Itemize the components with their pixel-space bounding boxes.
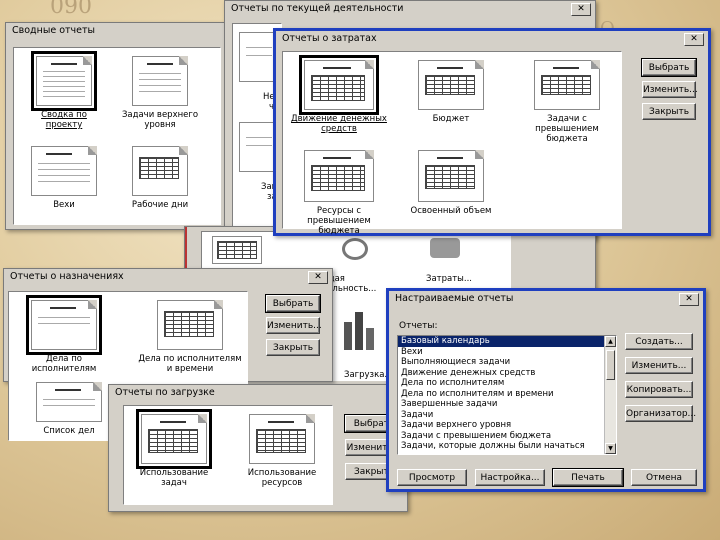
edit-button[interactable]: Изменить... xyxy=(266,317,322,334)
create-button[interactable]: Создать... xyxy=(625,333,693,350)
report-label: Задачи с превышением бюджета xyxy=(535,114,599,144)
report-thumbnail xyxy=(36,382,102,422)
report-label: Список дел xyxy=(43,426,95,436)
print-button[interactable]: Печать xyxy=(552,468,624,487)
report-item-working-days[interactable]: Рабочие дни xyxy=(120,146,200,210)
report-label: Дела по исполнителям xyxy=(31,354,97,374)
report-label: Бюджет xyxy=(432,114,470,124)
report-thumbnail xyxy=(132,146,188,196)
list-item[interactable]: Задачи xyxy=(398,410,616,421)
organizer-button[interactable]: Организатор... xyxy=(625,405,696,422)
report-label: Вехи xyxy=(53,200,75,210)
window-title: Сводные отчеты xyxy=(6,23,227,40)
report-item-to-do-list[interactable]: Список дел xyxy=(29,382,109,436)
report-item-project-summary[interactable]: Сводка по проекту xyxy=(24,51,104,130)
list-item[interactable]: Вехи xyxy=(398,347,616,358)
report-thumbnail xyxy=(249,414,315,464)
window-title: Отчеты о назначениях ✕ xyxy=(4,269,332,286)
report-item-task-usage[interactable]: Использование задач xyxy=(128,409,220,488)
report-thumbnail xyxy=(157,300,223,350)
close-button[interactable]: Закрыть xyxy=(266,339,320,356)
cost-reports-window: Отчеты о затратах ✕ Движение денежных ср… xyxy=(273,28,711,236)
report-item-top-level-tasks[interactable]: Задачи верхнего уровня xyxy=(120,56,200,130)
custom-reports-window: Настраиваемые отчеты ✕ Отчеты: Базовый к… xyxy=(386,288,706,492)
preview-button[interactable]: Просмотр xyxy=(397,469,467,486)
workload-reports-window: Отчеты по загрузке Использование задач И… xyxy=(108,384,408,512)
report-item-milestones[interactable]: Вехи xyxy=(24,146,104,210)
list-item[interactable]: Задачи верхнего уровня xyxy=(398,420,616,431)
report-thumbnail xyxy=(418,150,484,202)
scrollbar-thumb[interactable] xyxy=(606,350,615,380)
close-icon[interactable]: ✕ xyxy=(308,271,328,284)
close-icon[interactable]: ✕ xyxy=(571,3,591,16)
close-button[interactable]: Закрыть xyxy=(642,103,696,120)
report-label: Движение денежных средств xyxy=(291,114,387,134)
report-thumbnail xyxy=(132,56,188,106)
list-item[interactable]: Базовый календарь xyxy=(398,336,616,347)
report-label: Ресурсы с превышением бюджета xyxy=(307,206,371,236)
report-gallery: Использование задач Использование ресурс… xyxy=(123,405,333,505)
report-item-earned-value[interactable]: Освоенный объем xyxy=(401,150,501,216)
report-thumbnail xyxy=(31,146,97,196)
report-label: Использование задач xyxy=(139,468,209,488)
assignment-reports-window: Отчеты о назначениях ✕ Дела по исполните… xyxy=(3,268,333,441)
copy-button[interactable]: Копировать... xyxy=(625,381,693,398)
report-item-to-do-by-assignee[interactable]: Дела по исполнителям xyxy=(19,295,109,374)
report-label: Использование ресурсов xyxy=(247,468,317,488)
report-item-resources-over-budget[interactable]: Ресурсы с превышением бюджета xyxy=(289,150,389,236)
window-title: Отчеты о затратах ✕ xyxy=(276,31,708,48)
report-thumbnail xyxy=(31,51,97,111)
report-thumbnail xyxy=(26,295,102,355)
report-label: Освоенный объем xyxy=(410,206,492,216)
category-costs[interactable]: Затраты... xyxy=(426,274,472,284)
report-label: Задачи верхнего уровня xyxy=(121,110,199,130)
scroll-up-icon[interactable]: ▲ xyxy=(605,336,616,347)
coins-icon xyxy=(430,238,460,258)
list-item[interactable]: Завершенные задачи xyxy=(398,399,616,410)
edit-button[interactable]: Изменить... xyxy=(642,81,698,98)
report-thumbnail xyxy=(299,55,379,115)
report-item-resource-usage[interactable]: Использование ресурсов xyxy=(232,414,332,488)
report-thumbnail xyxy=(534,60,600,110)
window-title: Отчеты по загрузке xyxy=(109,385,407,402)
report-gallery: Движение денежных средств Бюджет Задачи … xyxy=(282,51,622,236)
list-item[interactable]: Выполняющиеся задачи xyxy=(398,357,616,368)
list-item[interactable]: Задачи с превышением бюджета xyxy=(398,431,616,442)
list-item[interactable]: Дела по исполнителям и времени xyxy=(398,389,616,400)
vertical-scrollbar[interactable]: ▲ ▼ xyxy=(604,336,616,454)
report-item-budget[interactable]: Бюджет xyxy=(401,60,501,124)
overview-reports-window: Сводные отчеты Сводка по проекту Задачи … xyxy=(5,22,228,230)
report-item-tasks-over-budget[interactable]: Задачи с превышением бюджета xyxy=(517,60,617,144)
report-label: Дела по исполнителям и времени xyxy=(138,354,242,374)
reports-listbox[interactable]: Базовый календарь Вехи Выполняющиеся задач… xyxy=(397,335,617,455)
setup-button[interactable]: Настройка... xyxy=(475,469,545,486)
list-item[interactable]: Задачи, которые должны были начаться xyxy=(398,441,616,452)
report-label: Рабочие дни xyxy=(131,200,189,210)
close-icon[interactable]: ✕ xyxy=(679,293,699,306)
select-button[interactable]: Выбрать xyxy=(265,294,321,313)
report-item-to-do-by-assignee-and-time[interactable]: Дела по исполнителям и времени xyxy=(135,300,245,374)
scroll-down-icon[interactable]: ▼ xyxy=(605,443,616,454)
edit-button[interactable]: Изменить... xyxy=(625,357,693,374)
list-item[interactable]: Движение денежных средств xyxy=(398,368,616,379)
cancel-button[interactable]: Отмена xyxy=(631,469,697,486)
report-thumbnail xyxy=(136,409,212,469)
report-label: Сводка по проекту xyxy=(41,110,87,130)
chart-bars-icon xyxy=(342,308,378,350)
report-thumbnail xyxy=(418,60,484,110)
report-gallery: Сводка по проекту Задачи верхнего уровня… xyxy=(13,47,221,225)
report-thumbnail xyxy=(304,150,374,202)
report-item-cash-flow[interactable]: Движение денежных средств xyxy=(289,55,389,134)
magnifier-icon xyxy=(342,238,368,260)
window-title: Настраиваемые отчеты ✕ xyxy=(389,291,703,308)
select-button[interactable]: Выбрать xyxy=(641,58,697,77)
background-decoration: 090 xyxy=(50,0,92,19)
list-item[interactable]: Дела по исполнителям xyxy=(398,378,616,389)
reports-list-label: Отчеты: xyxy=(399,321,438,331)
grid-icon xyxy=(212,236,262,264)
close-icon[interactable]: ✕ xyxy=(684,33,704,46)
window-title: Отчеты по текущей деятельности ✕ xyxy=(225,1,595,18)
